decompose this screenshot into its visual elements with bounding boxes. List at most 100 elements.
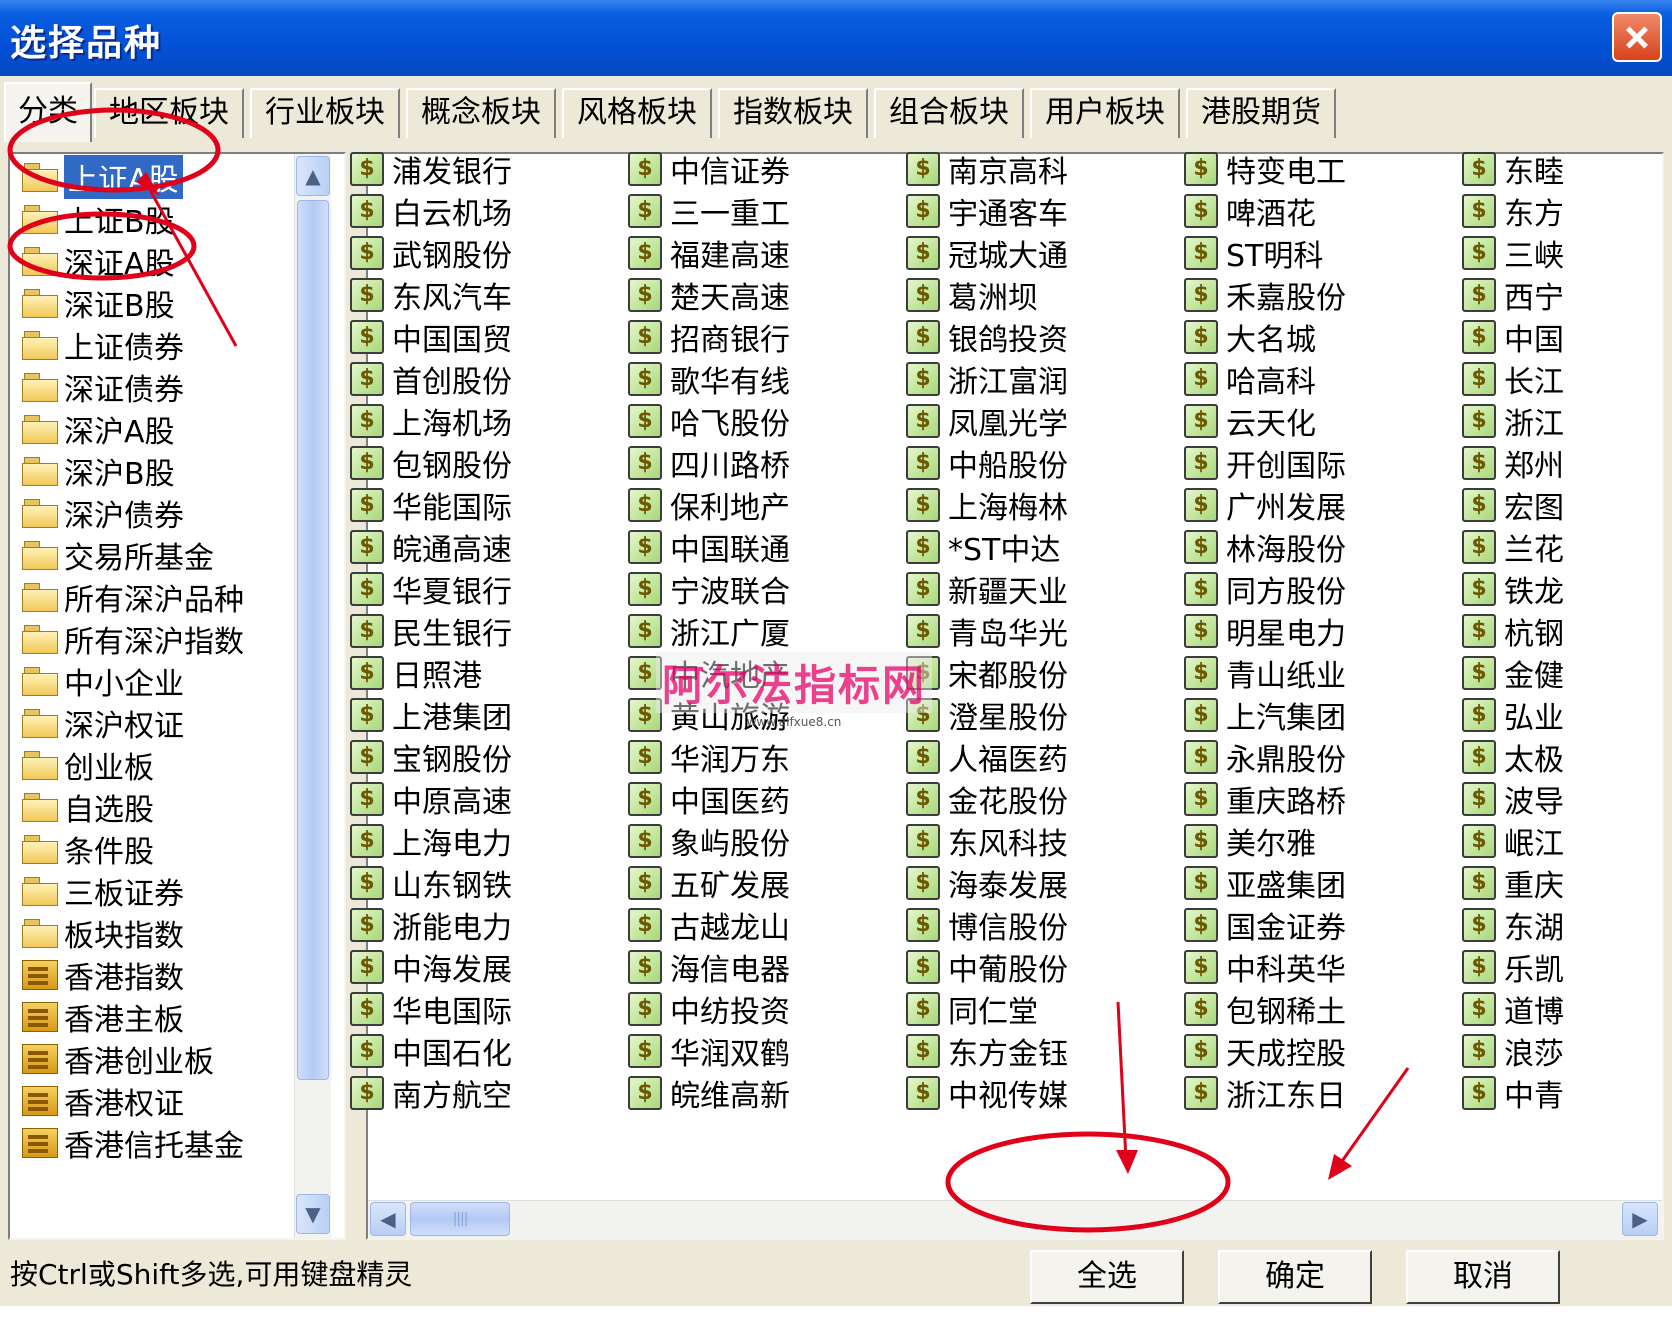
category-item[interactable]: 交易所基金: [22, 534, 214, 576]
stock-item[interactable]: $ 中国联通: [628, 526, 790, 568]
stock-item[interactable]: $ 海信电器: [628, 946, 790, 988]
category-item[interactable]: 上证B股: [22, 198, 175, 240]
stock-item[interactable]: $ 重庆路桥: [1184, 778, 1346, 820]
category-item[interactable]: 所有深沪指数: [22, 618, 244, 660]
select-all-button[interactable]: 全选: [1030, 1250, 1184, 1304]
stock-item[interactable]: $ 广州发展: [1184, 484, 1346, 526]
stock-item[interactable]: $ 皖维高新: [628, 1072, 790, 1114]
stock-item[interactable]: $ 南方航空: [350, 1072, 512, 1114]
stock-item[interactable]: $ 青山纸业: [1184, 652, 1346, 694]
stock-item[interactable]: $ 银鸽投资: [906, 316, 1068, 358]
stock-item[interactable]: $ 波导: [1462, 778, 1564, 820]
stock-item[interactable]: $ 岷江: [1462, 820, 1564, 862]
stock-item[interactable]: $ 中海发展: [350, 946, 512, 988]
stock-item[interactable]: $ 宝钢股份: [350, 736, 512, 778]
stock-item[interactable]: $ 上海机场: [350, 400, 512, 442]
stock-item[interactable]: $ 浙江广厦: [628, 610, 790, 652]
stock-item[interactable]: $ 五矿发展: [628, 862, 790, 904]
stock-item[interactable]: $ 云天化: [1184, 400, 1316, 442]
stock-item[interactable]: $ 上港集团: [350, 694, 512, 736]
horizontal-scroll-thumb[interactable]: ||||: [410, 1202, 510, 1236]
ok-button[interactable]: 确定: [1218, 1250, 1372, 1304]
category-item[interactable]: 创业板: [22, 744, 154, 786]
category-item[interactable]: 深沪权证: [22, 702, 184, 744]
stock-item[interactable]: $ 长江: [1462, 358, 1564, 400]
stock-item[interactable]: $ 海泰发展: [906, 862, 1068, 904]
stock-item[interactable]: $ 亚盛集团: [1184, 862, 1346, 904]
tab-index-board[interactable]: 指数板块: [718, 88, 868, 138]
stock-item[interactable]: $ 浙江富润: [906, 358, 1068, 400]
stock-item[interactable]: $ 东风科技: [906, 820, 1068, 862]
stock-item[interactable]: $ 包钢稀土: [1184, 988, 1346, 1030]
category-item[interactable]: 深沪债券: [22, 492, 184, 534]
stock-item[interactable]: $ 美尔雅: [1184, 820, 1316, 862]
stock-item[interactable]: $ 特变电工: [1184, 148, 1346, 190]
tab-user-board[interactable]: 用户板块: [1030, 88, 1180, 138]
category-item[interactable]: 上证债券: [22, 324, 184, 366]
stock-item[interactable]: $ 哈高科: [1184, 358, 1316, 400]
category-item[interactable]: 香港信托基金: [22, 1122, 244, 1164]
stock-item[interactable]: $ 禾嘉股份: [1184, 274, 1346, 316]
stock-item[interactable]: $ 保利地产: [628, 484, 790, 526]
stock-item[interactable]: $ 中国: [1462, 316, 1564, 358]
stock-item[interactable]: $ 林海股份: [1184, 526, 1346, 568]
stock-item[interactable]: $ 天成控股: [1184, 1030, 1346, 1072]
tab-concept-board[interactable]: 概念板块: [406, 88, 556, 138]
stock-item[interactable]: $ 中青: [1462, 1072, 1564, 1114]
tab-hk-futures[interactable]: 港股期货: [1186, 88, 1336, 138]
stock-list[interactable]: $ 浦发银行 $ 白云机场 $ 武钢股份 $ 东风汽车 $ 中国国贸 $ 首创股份 $ 上海机场 $ 包钢股份…: [350, 152, 1664, 1240]
stock-item[interactable]: $ 中船股份: [906, 442, 1068, 484]
stock-item[interactable]: $ 日照港: [350, 652, 482, 694]
scroll-left-icon[interactable]: ◀: [370, 1202, 406, 1236]
tab-portfolio-board[interactable]: 组合板块: [874, 88, 1024, 138]
tab-style-board[interactable]: 风格板块: [562, 88, 712, 138]
stock-item[interactable]: $ 三一重工: [628, 190, 790, 232]
stock-item[interactable]: $ 皖通高速: [350, 526, 512, 568]
stock-item[interactable]: $ 西宁: [1462, 274, 1564, 316]
stock-item[interactable]: $ 青岛华光: [906, 610, 1068, 652]
cancel-button[interactable]: 取消: [1406, 1250, 1560, 1304]
stock-item[interactable]: $ 武钢股份: [350, 232, 512, 274]
stock-item[interactable]: $ 冠城大通: [906, 232, 1068, 274]
stock-item[interactable]: $ 新疆天业: [906, 568, 1068, 610]
stock-item[interactable]: $ 东方金钰: [906, 1030, 1068, 1072]
stock-item[interactable]: $ 中信证券: [628, 148, 790, 190]
category-item[interactable]: 深证A股: [22, 240, 175, 282]
category-item[interactable]: 香港权证: [22, 1080, 184, 1122]
category-item[interactable]: 所有深沪品种: [22, 576, 244, 618]
stock-item[interactable]: $ 铁龙: [1462, 568, 1564, 610]
category-item[interactable]: 条件股: [22, 828, 154, 870]
stock-item[interactable]: $ 招商银行: [628, 316, 790, 358]
stock-item[interactable]: $ 中葡股份: [906, 946, 1068, 988]
stock-item[interactable]: $ 宇通客车: [906, 190, 1068, 232]
stock-item[interactable]: $ 浦发银行: [350, 148, 512, 190]
stock-item[interactable]: $ 杭钢: [1462, 610, 1564, 652]
stock-item[interactable]: $ 中原高速: [350, 778, 512, 820]
stock-item[interactable]: $ 道博: [1462, 988, 1564, 1030]
stock-item[interactable]: $ 同仁堂: [906, 988, 1038, 1030]
stock-item[interactable]: $ 上海电力: [350, 820, 512, 862]
close-icon[interactable]: [1612, 12, 1662, 62]
stock-item[interactable]: $ 浪莎: [1462, 1030, 1564, 1072]
stock-item[interactable]: $ 南京高科: [906, 148, 1068, 190]
stock-item[interactable]: $ 东风汽车: [350, 274, 512, 316]
stock-item[interactable]: $ 福建高速: [628, 232, 790, 274]
category-item[interactable]: 深沪A股: [22, 408, 175, 450]
category-item[interactable]: 中小企业: [22, 660, 184, 702]
tab-category[interactable]: 分类: [4, 82, 92, 142]
stock-item[interactable]: $ 中科英华: [1184, 946, 1346, 988]
stock-item[interactable]: $ 上汽集团: [1184, 694, 1346, 736]
stock-item[interactable]: $ 金花股份: [906, 778, 1068, 820]
category-item[interactable]: 深沪B股: [22, 450, 175, 492]
stock-item[interactable]: $ 啤酒花: [1184, 190, 1316, 232]
category-item[interactable]: 板块指数: [22, 912, 184, 954]
scroll-down-icon[interactable]: ▼: [296, 1194, 330, 1234]
stock-horizontal-scrollbar[interactable]: ◀ |||| ▶: [368, 1200, 1662, 1239]
stock-item[interactable]: $ 中视传媒: [906, 1072, 1068, 1114]
stock-item[interactable]: $ 同方股份: [1184, 568, 1346, 610]
category-tree[interactable]: 上证A股 上证B股 深证A股 深证B股 上证债券 深证债券 深沪A股 深沪B股 深沪债券 交易所基…: [8, 152, 346, 1240]
stock-item[interactable]: $ 东方: [1462, 190, 1564, 232]
stock-item[interactable]: $ 华能国际: [350, 484, 512, 526]
stock-item[interactable]: $ 首创股份: [350, 358, 512, 400]
stock-item[interactable]: $ 楚天高速: [628, 274, 790, 316]
